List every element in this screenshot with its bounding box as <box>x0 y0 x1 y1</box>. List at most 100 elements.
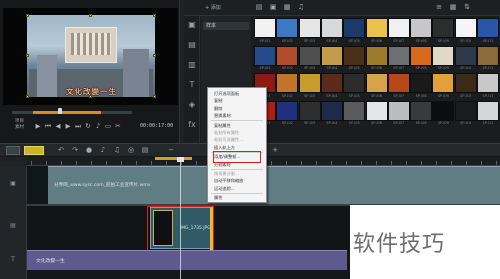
library-thumbnail[interactable] <box>410 73 433 93</box>
instant-project-icon[interactable]: ▤ <box>187 40 197 50</box>
photo-filter-icon[interactable]: ▦ <box>282 3 292 12</box>
library-thumbnail[interactable] <box>276 18 299 38</box>
library-thumbnail[interactable] <box>410 100 433 121</box>
scrubber-thumb[interactable] <box>58 108 62 114</box>
library-thumbnail[interactable] <box>320 18 343 38</box>
mode-clip-label[interactable]: 素材 <box>15 125 24 131</box>
resize-handle[interactable] <box>153 54 156 57</box>
mode-selector[interactable]: 项目 素材 <box>15 119 24 131</box>
library-thumbnail[interactable] <box>365 18 388 38</box>
context-menu-item[interactable]: 复制属性 <box>208 122 266 129</box>
audio-mixer-icon[interactable]: ♪ <box>98 146 108 155</box>
library-thumbnail[interactable] <box>477 73 499 93</box>
repeat-icon[interactable]: ↻ <box>84 122 92 130</box>
library-thumbnail[interactable] <box>320 45 343 66</box>
library-thumbnail[interactable] <box>343 100 366 121</box>
zoom-out-icon[interactable]: − <box>166 146 176 155</box>
library-thumbnail[interactable] <box>387 100 410 121</box>
library-thumbnail[interactable] <box>454 45 477 66</box>
context-menu-item[interactable]: 打开选项面板 <box>208 90 266 97</box>
record-capture-icon[interactable]: ● <box>84 146 94 155</box>
library-thumbnail[interactable] <box>276 45 299 66</box>
library-thumbnail[interactable] <box>477 18 499 38</box>
library-thumbnail[interactable] <box>254 18 276 38</box>
title-track-icon[interactable]: T <box>8 256 18 264</box>
context-menu-item[interactable]: 属性 <box>208 194 266 201</box>
library-thumbnail[interactable] <box>298 18 321 38</box>
thumbnail-view-icon[interactable]: ▦ <box>448 3 458 12</box>
trim-range[interactable] <box>33 111 101 114</box>
filter-icon[interactable]: fx <box>187 120 197 130</box>
context-menu-item[interactable]: 插入轨上方 <box>208 144 266 151</box>
overlay-track-icon[interactable]: ▤ <box>8 222 18 230</box>
title-icon[interactable]: T <box>187 80 197 90</box>
subtitle-editor-icon[interactable]: ▤ <box>140 146 150 155</box>
library-thumbnail[interactable] <box>387 45 410 66</box>
undo-icon[interactable]: ↶ <box>56 146 66 155</box>
play-icon[interactable]: ▶ <box>34 122 42 130</box>
list-view-icon[interactable]: ≡ <box>434 3 444 12</box>
library-thumbnail[interactable] <box>298 100 321 121</box>
scissors-icon[interactable]: ✂ <box>114 122 122 130</box>
audio-filter-icon[interactable]: ♫ <box>296 3 306 12</box>
overlay-caption[interactable]: 文化改變一生 <box>66 86 117 97</box>
prev-frame-icon[interactable]: ◀ <box>54 122 62 130</box>
title-clip[interactable] <box>27 250 347 270</box>
playhead[interactable] <box>177 157 184 162</box>
library-thumbnail[interactable] <box>432 18 455 38</box>
sort-icon[interactable]: ⇅ <box>462 3 472 12</box>
library-thumbnail[interactable] <box>365 100 388 121</box>
library-thumbnail[interactable] <box>432 100 455 121</box>
library-thumbnail[interactable] <box>454 100 477 121</box>
library-thumbnail[interactable] <box>365 45 388 66</box>
library-thumbnail[interactable] <box>454 18 477 38</box>
library-thumbnail[interactable] <box>298 45 321 66</box>
context-menu-item[interactable]: 自动平移和缩放 <box>208 177 266 184</box>
home-icon[interactable]: ⏮ <box>44 122 52 130</box>
library-thumbnail[interactable] <box>454 73 477 93</box>
next-frame-icon[interactable]: ▶ <box>64 122 72 130</box>
zoom-in-icon[interactable]: + <box>270 146 280 155</box>
folder-icon[interactable]: ▤ <box>254 3 264 12</box>
end-icon[interactable]: ⏭ <box>74 122 82 130</box>
library-thumbnail[interactable] <box>365 73 388 93</box>
timeline-view-button[interactable] <box>24 146 44 155</box>
library-thumbnail[interactable] <box>432 73 455 93</box>
hd-icon[interactable]: ▭ <box>104 122 112 130</box>
resize-handle[interactable] <box>26 95 29 98</box>
context-menu-item[interactable]: 替换素材 <box>208 112 266 119</box>
library-thumbnail[interactable] <box>320 100 343 121</box>
library-thumbnail[interactable] <box>410 18 433 38</box>
motion-tracking-icon[interactable]: ◎ <box>126 146 136 155</box>
library-thumbnail[interactable] <box>298 73 321 93</box>
graphic-icon[interactable]: ◈ <box>187 100 197 110</box>
context-menu-item[interactable]: 运动追踪... <box>208 185 266 192</box>
resize-handle[interactable] <box>26 14 29 17</box>
context-menu-item[interactable]: 删除 <box>208 105 266 112</box>
library-thumbnail[interactable] <box>343 45 366 66</box>
context-menu-item[interactable]: 复制 <box>208 97 266 104</box>
library-thumbnail[interactable] <box>387 18 410 38</box>
library-thumbnail[interactable] <box>432 45 455 66</box>
video-track-icon[interactable]: ▣ <box>8 180 18 188</box>
resize-handle[interactable] <box>89 14 92 17</box>
library-thumbnail[interactable] <box>320 73 343 93</box>
library-thumbnail[interactable] <box>343 18 366 38</box>
auto-music-icon[interactable]: ♫ <box>112 146 122 155</box>
media-icon[interactable]: ▣ <box>187 20 197 30</box>
video-filter-icon[interactable]: ▣ <box>268 3 278 12</box>
add-folder-button[interactable]: + 添加 <box>205 4 221 11</box>
redo-icon[interactable]: ↷ <box>70 146 80 155</box>
resize-handle[interactable] <box>26 54 29 57</box>
resize-handle[interactable] <box>153 14 156 17</box>
library-thumbnail[interactable] <box>276 100 299 121</box>
library-thumbnail[interactable] <box>477 45 499 66</box>
resize-handle[interactable] <box>153 95 156 98</box>
folder-item-sample[interactable]: 样本 <box>203 22 249 30</box>
timecode[interactable]: 00:00:17:00 <box>140 123 173 129</box>
library-thumbnail[interactable] <box>410 45 433 66</box>
library-thumbnail[interactable] <box>387 73 410 93</box>
library-thumbnail[interactable] <box>477 100 499 121</box>
library-thumbnail[interactable] <box>276 73 299 93</box>
storyboard-view-button[interactable] <box>6 146 20 155</box>
